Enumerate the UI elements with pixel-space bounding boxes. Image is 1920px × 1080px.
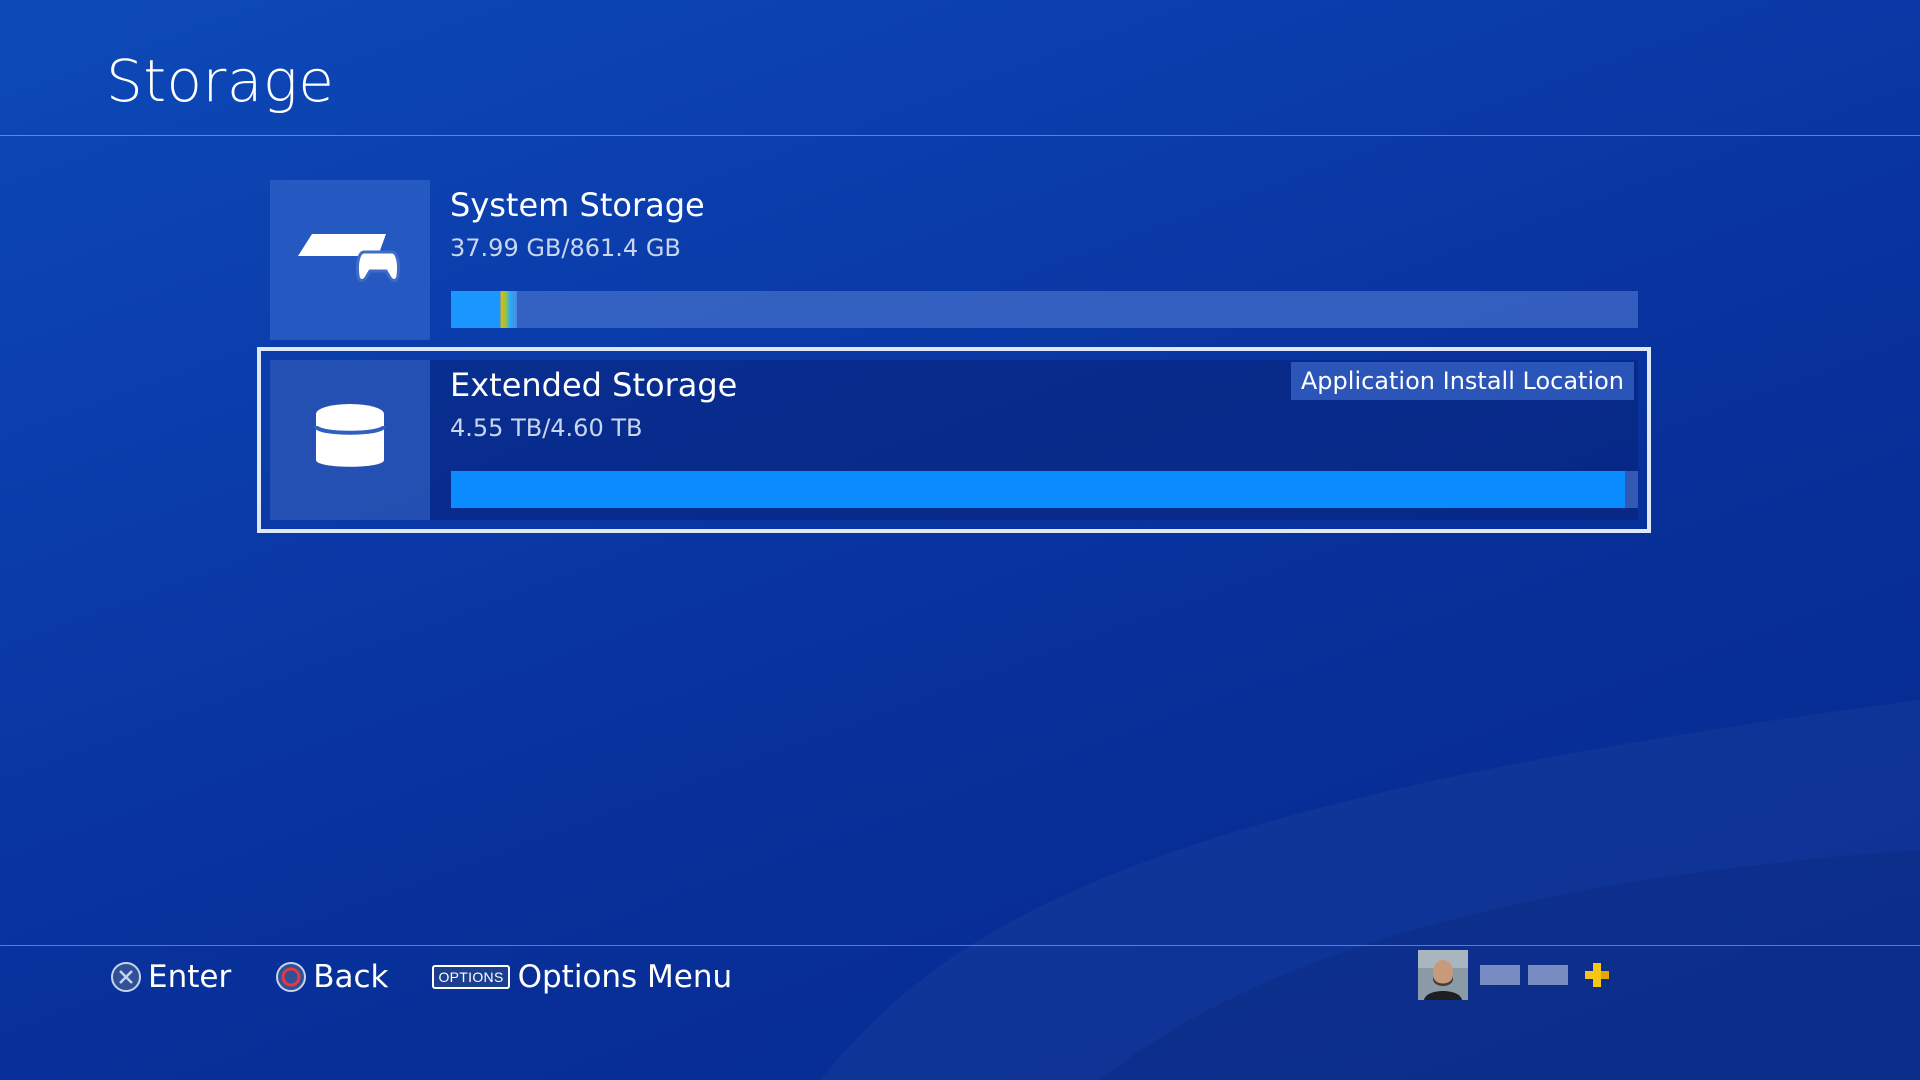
username-redacted <box>1480 965 1576 985</box>
circle-button-icon <box>275 961 307 993</box>
extended-storage-tile <box>270 360 430 520</box>
background-wave <box>1100 850 1920 1080</box>
system-storage-name: System Storage <box>450 186 705 224</box>
system-storage-bar <box>451 291 1638 328</box>
options-menu-hint-label: Options Menu <box>517 959 733 995</box>
footer-divider <box>0 945 1920 946</box>
console-controller-icon <box>298 230 402 290</box>
extended-storage-bar-fill <box>451 471 1625 508</box>
cross-button-icon <box>110 961 142 993</box>
disk-drive-icon <box>314 402 386 478</box>
ps-plus-icon <box>1584 962 1610 988</box>
extended-storage-bar <box>451 471 1638 508</box>
enter-hint-label: Enter <box>148 959 232 995</box>
user-profile <box>1418 950 1610 1000</box>
options-button-icon: OPTIONS <box>432 965 510 989</box>
button-hints-bar: Enter Back OPTIONS Options Menu <box>110 952 776 1002</box>
enter-hint[interactable]: Enter <box>110 959 231 995</box>
extended-storage-usage: 4.55 TB/4.60 TB <box>450 414 643 442</box>
back-hint[interactable]: Back <box>275 959 388 995</box>
extended-storage-name: Extended Storage <box>450 366 738 404</box>
system-storage-bar-fill <box>451 291 518 328</box>
header-divider <box>0 135 1920 136</box>
system-storage-usage: 37.99 GB/861.4 GB <box>450 234 681 262</box>
page-title: Storage <box>106 47 335 115</box>
options-menu-hint[interactable]: OPTIONS Options Menu <box>432 959 732 995</box>
extended-storage-item[interactable]: Extended Storage 4.55 TB/4.60 TB Applica… <box>257 347 1651 533</box>
back-hint-label: Back <box>313 959 389 995</box>
system-storage-item[interactable]: System Storage 37.99 GB/861.4 GB <box>270 180 1638 340</box>
install-location-badge: Application Install Location <box>1290 362 1634 400</box>
avatar <box>1418 950 1468 1000</box>
system-storage-tile <box>270 180 430 340</box>
